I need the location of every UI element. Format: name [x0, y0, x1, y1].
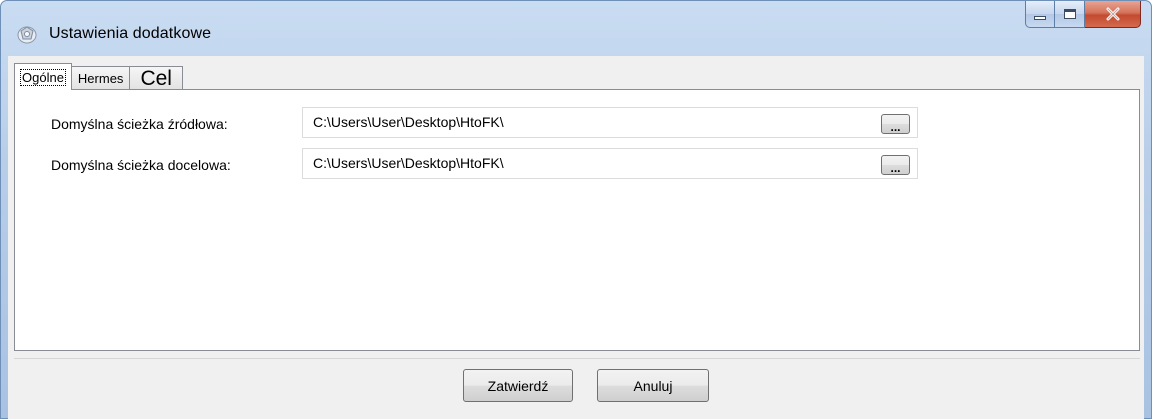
source-path-label: Domyślna ścieżka źródłowa: — [51, 116, 228, 132]
target-path-browse-button[interactable]: ... — [881, 155, 910, 175]
target-path-label: Domyślna ścieżka docelowa: — [51, 157, 231, 173]
tab-hermes[interactable]: Hermes — [70, 66, 131, 90]
close-icon — [1106, 7, 1119, 21]
target-path-value: C:\Users\User\Desktop\HtoFK\ — [313, 155, 504, 171]
settings-app-icon — [17, 26, 37, 44]
source-path-field[interactable]: C:\Users\User\Desktop\HtoFK\ ... — [302, 107, 918, 138]
tab-panel-general: Domyślna ścieżka źródłowa: C:\Users\User… — [14, 89, 1140, 351]
maximize-icon — [1063, 9, 1076, 19]
target-path-field[interactable]: C:\Users\User\Desktop\HtoFK\ ... — [302, 148, 918, 179]
tab-cel-label: Cel — [140, 66, 172, 90]
caption-buttons — [1025, 1, 1141, 28]
tab-hermes-label: Hermes — [77, 71, 124, 86]
footer-divider — [14, 358, 1140, 359]
source-path-value: C:\Users\User\Desktop\HtoFK\ — [313, 114, 504, 130]
title-bar[interactable]: Ustawienia dodatkowe — [1, 1, 1151, 57]
tab-general[interactable]: Ogólne — [14, 63, 72, 90]
maximize-button[interactable] — [1055, 1, 1085, 28]
tab-cel[interactable]: Cel — [129, 66, 183, 90]
tab-general-label: Ogólne — [20, 68, 66, 86]
tab-strip: Ogólne Hermes Cel — [14, 63, 183, 90]
close-button[interactable] — [1085, 1, 1141, 28]
minimize-button[interactable] — [1025, 1, 1055, 28]
source-path-browse-button[interactable]: ... — [881, 114, 910, 134]
window-title: Ustawienia dodatkowe — [49, 25, 212, 42]
minimize-icon — [1034, 16, 1046, 20]
cancel-button[interactable]: Anuluj — [597, 369, 709, 402]
confirm-button[interactable]: Zatwierdź — [463, 369, 573, 402]
